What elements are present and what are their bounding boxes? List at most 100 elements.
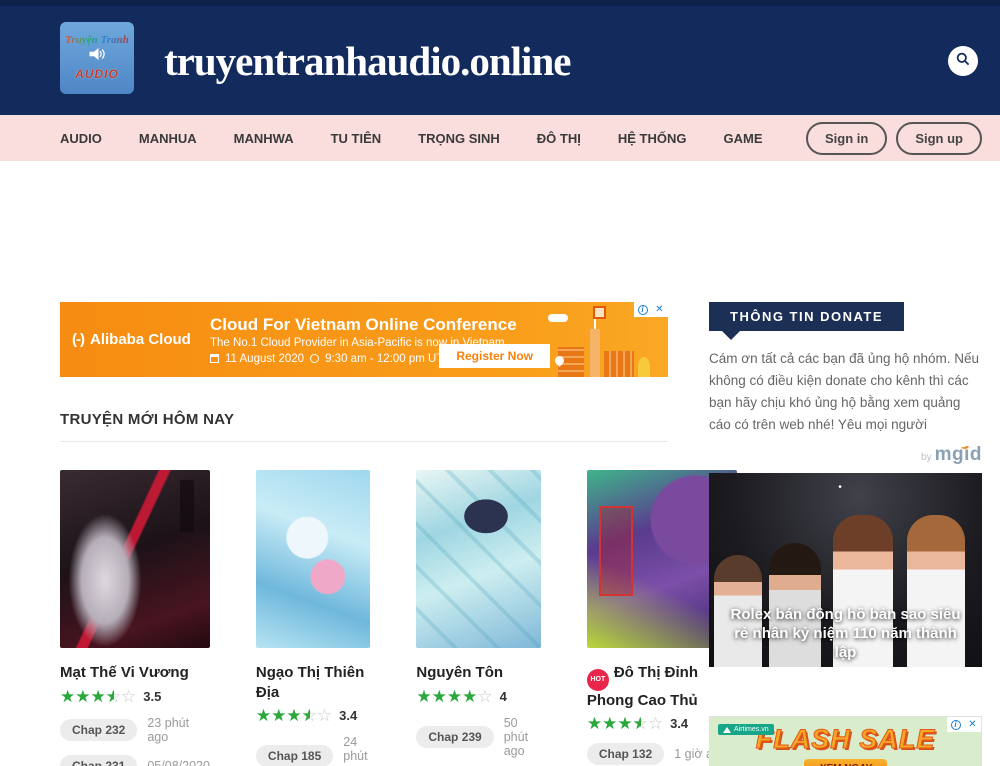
nav-item-game[interactable]: GAME <box>723 131 762 146</box>
ad-close-icon[interactable]: ✕ <box>964 717 981 732</box>
star-icon: ★ <box>447 688 462 705</box>
comic-card: Nguyên Tôn★★★★☆4Chap 23950 phút agoChap … <box>416 470 540 766</box>
nav-item-manhwa[interactable]: MANHWA <box>234 131 294 146</box>
alibaba-cloud-logo: (-) Alibaba Cloud <box>72 331 204 348</box>
rating-value: 3.4 <box>339 708 357 723</box>
clock-icon <box>310 354 319 363</box>
chapter-time: 50 phút ago <box>504 716 541 758</box>
rating-value: 3.5 <box>143 689 161 704</box>
sidebar: THÔNG TIN DONATE Cám ơn tất cả các bạn đ… <box>709 302 982 766</box>
donate-text: Cám ơn tất cả các bạn đã ủng hộ nhóm. Nế… <box>709 348 982 435</box>
star-icon: ☆ <box>648 715 663 732</box>
chapter-time: 24 phút ago <box>343 735 370 766</box>
star-icon: ☆★ <box>106 688 121 705</box>
star-icon: ☆ <box>121 688 136 705</box>
star-rating: ★★★★☆4 <box>416 688 540 705</box>
star-icon: ★ <box>462 688 477 705</box>
star-icon: ★ <box>617 715 632 732</box>
star-icon: ★ <box>271 707 286 724</box>
sign-in-button[interactable]: Sign in <box>806 122 887 155</box>
comic-title-link[interactable]: Mạt Thế Vi Vương <box>60 663 210 683</box>
chapter-badge[interactable]: Chap 132 <box>587 743 664 765</box>
ad-controls: i ✕ <box>634 302 668 317</box>
native-ad-image[interactable]: Rolex bán đồng hồ bản sao siêu rẻ nhân k… <box>709 473 982 667</box>
header: Truyện Tranh AUDIO truyentranhaudio.onli… <box>0 0 1000 115</box>
nav-item-đo-thi[interactable]: ĐÔ THỊ <box>537 131 581 146</box>
ad-close-icon[interactable]: ✕ <box>651 302 668 317</box>
chapter-time: 05/08/2020 <box>147 759 210 766</box>
nav-item-audio[interactable]: AUDIO <box>60 131 102 146</box>
ad-info-icon[interactable]: i <box>947 717 964 732</box>
rating-value: 3.4 <box>670 716 688 731</box>
logo-audio-text: AUDIO <box>75 67 119 81</box>
mgid-attribution: bymgid <box>709 444 982 466</box>
ad-info-icon[interactable]: i <box>634 302 651 317</box>
main-column: (-) Alibaba Cloud Cloud For Vietnam Onli… <box>60 302 668 766</box>
mgid-logo[interactable]: mgid <box>935 444 982 465</box>
xem-ngay-button[interactable]: XEM NGAY <box>804 759 887 766</box>
rating-value: 4 <box>500 689 507 704</box>
chapter-time: 23 phút ago <box>147 716 210 744</box>
star-rating: ★★★☆★☆3.5 <box>60 688 210 705</box>
chapter-badge[interactable]: Chap 239 <box>416 726 493 748</box>
city-illustration <box>558 325 650 377</box>
star-rating: ★★★☆★☆3.4 <box>256 707 370 724</box>
main-nav: AUDIO MANHUA MANHWA TU TIÊN TRỌNG SINH ĐÔ THỊ… <box>0 115 1000 161</box>
chapter-row: Chap 232 23 phút ago <box>60 716 210 744</box>
nav-item-he-thong[interactable]: HỆ THỐNG <box>618 131 687 146</box>
auth-buttons: Sign in Sign up <box>806 122 982 155</box>
comic-title-link[interactable]: Nguyên Tôn <box>416 663 540 683</box>
mgid-by-label: by <box>921 452 932 463</box>
chapter-row: Chap 185 24 phút ago <box>256 735 370 766</box>
alibaba-brand-mark-icon: (-) <box>72 331 84 348</box>
nav-menu: AUDIO MANHUA MANHWA TU TIÊN TRỌNG SINH ĐÔ THỊ… <box>60 131 762 146</box>
banner-date: 11 August 2020 <box>225 353 304 365</box>
chapter-badge[interactable]: Chap 231 <box>60 755 137 766</box>
comic-cover-image[interactable] <box>60 470 210 648</box>
chapter-row: Chap 239 50 phút ago <box>416 716 540 758</box>
star-icon: ★ <box>602 715 617 732</box>
register-now-button[interactable]: Register Now <box>439 344 550 368</box>
section-header: TRUYỆN MỚI HÔM NAY <box>60 411 668 442</box>
page-title: truyentranhaudio.online <box>164 37 570 85</box>
hot-badge: HOT <box>587 669 609 691</box>
search-button[interactable] <box>948 46 978 76</box>
ad-controls: i ✕ <box>947 717 981 732</box>
flash-ad-brand: Airtimes.vn <box>718 724 774 735</box>
banner-brand-name: Alibaba Cloud <box>90 331 191 348</box>
chapter-badge[interactable]: Chap 232 <box>60 719 137 741</box>
star-icon: ☆ <box>477 688 492 705</box>
section-title: TRUYỆN MỚI HÔM NAY <box>60 411 668 428</box>
envelope-shape <box>593 306 606 319</box>
star-icon: ☆★ <box>633 715 648 732</box>
chapter-row: Chap 231 05/08/2020 <box>60 755 210 766</box>
cloud-shape <box>548 314 568 322</box>
flash-sale-ad[interactable]: Airtimes.vn FLASH SALE XEM NGAY i ✕ <box>709 716 982 766</box>
comic-cover-image[interactable] <box>256 470 370 648</box>
banner-ad[interactable]: (-) Alibaba Cloud Cloud For Vietnam Onli… <box>60 302 668 377</box>
logo-text: Truyện Tranh <box>65 34 129 46</box>
star-icon: ☆ <box>317 707 332 724</box>
site-logo[interactable]: Truyện Tranh AUDIO <box>60 22 134 94</box>
brand-triangle-icon <box>723 727 731 733</box>
nav-item-trong-sinh[interactable]: TRỌNG SINH <box>418 131 500 146</box>
star-icon: ☆★ <box>302 707 317 724</box>
comic-card: Mạt Thế Vi Vương★★★☆★☆3.5Chap 23223 phút… <box>60 470 210 766</box>
star-icon: ★ <box>286 707 301 724</box>
nav-item-tu-tien[interactable]: TU TIÊN <box>331 131 382 146</box>
sign-up-button[interactable]: Sign up <box>896 122 982 155</box>
star-icon: ★ <box>60 688 75 705</box>
star-icon: ★ <box>587 715 602 732</box>
chapter-badge[interactable]: Chap 185 <box>256 745 333 766</box>
calendar-icon <box>210 354 219 363</box>
comic-title-link[interactable]: Ngạo Thị Thiên Địa <box>256 663 370 702</box>
star-icon: ★ <box>91 688 106 705</box>
comic-cover-image[interactable] <box>416 470 540 648</box>
star-icon: ★ <box>256 707 271 724</box>
star-icon: ★ <box>416 688 431 705</box>
star-icon: ★ <box>432 688 447 705</box>
banner-title: Cloud For Vietnam Online Conference <box>210 315 517 335</box>
nav-item-manhua[interactable]: MANHUA <box>139 131 197 146</box>
speaker-icon <box>88 47 106 66</box>
cards-grid: Mạt Thế Vi Vương★★★☆★☆3.5Chap 23223 phút… <box>60 470 668 766</box>
